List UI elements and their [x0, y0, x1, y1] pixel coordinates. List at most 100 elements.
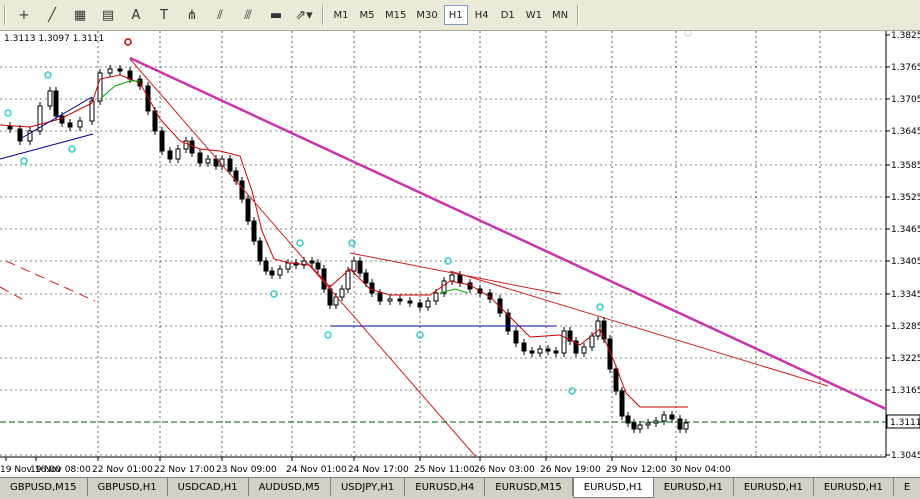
candle-body	[595, 320, 601, 337]
candle-body	[152, 110, 158, 132]
y-tick-label: 1.3825	[891, 31, 920, 41]
chart-tab-active[interactable]: EURUSD,H1	[572, 478, 654, 498]
candle-body	[345, 270, 351, 290]
candle-body	[529, 350, 535, 354]
candle-body	[449, 274, 455, 282]
current-price-label: 1.3111	[890, 418, 920, 428]
timeframe-button-m1[interactable]: M1	[329, 5, 353, 25]
chart-tab[interactable]: EURUSD,M15	[485, 478, 573, 496]
x-tick-label: 19 Nov 08:00	[30, 465, 91, 475]
fractal-marker	[684, 31, 692, 37]
y-tick-label: 1.3045	[891, 451, 920, 461]
candle-body	[277, 268, 283, 276]
price-chart[interactable]: 1.3825 1.3765 1.3705 1.3645 1.3585 1.3525 1.34…	[0, 31, 920, 477]
chart-tab[interactable]: GBPUSD,M15	[0, 478, 88, 496]
candle-body	[553, 350, 559, 354]
candle-body	[357, 260, 363, 274]
candle-body	[257, 240, 263, 262]
candle-body	[377, 292, 383, 302]
timeframe-button-w1[interactable]: W1	[522, 5, 546, 25]
line-icon[interactable]: ╱	[41, 4, 63, 26]
candle-body	[619, 390, 625, 417]
candle-body	[677, 418, 683, 430]
timeframe-button-d1[interactable]: D1	[496, 5, 520, 25]
fractal-marker	[20, 157, 28, 165]
timeframe-button-h1[interactable]: H1	[443, 5, 468, 25]
y-tick-label: 1.3465	[891, 225, 920, 235]
trendline-magenta	[129, 56, 887, 411]
fractal-marker	[68, 145, 76, 153]
text-label-icon[interactable]: T	[153, 4, 175, 26]
chart-canvas[interactable]: 1.3825 1.3765 1.3705 1.3645 1.3585 1.3525 1.34…	[0, 31, 920, 477]
fractal-marker	[296, 239, 304, 247]
chart-toolbar: + ╱ ▦ ▤ A T ⋔ ⫽ ⫻ ▬ ⇗▾ M1 M5 M15 M30 H1 H4 D1 W1 MN	[0, 0, 920, 31]
x-tick-label: 29 Nov 12:00	[606, 465, 667, 475]
trendline-blue-lower	[0, 133, 94, 160]
y-tick-label: 1.3225	[891, 354, 920, 364]
moving-average-green-segment	[99, 80, 140, 100]
toolbar-separator	[4, 5, 6, 25]
candle-body	[683, 422, 689, 430]
candle-body	[545, 348, 551, 352]
candle-body	[369, 282, 375, 294]
y-tick-label: 1.3765	[891, 63, 920, 73]
candle-body	[315, 262, 321, 270]
candle-body	[417, 302, 423, 308]
timeframe-button-m30[interactable]: M30	[412, 5, 441, 25]
candle-body	[613, 368, 619, 392]
candle-body	[339, 288, 345, 298]
candle-body	[387, 298, 393, 302]
pitchfork-icon[interactable]: ⋔	[181, 4, 203, 26]
text-icon[interactable]: A	[125, 4, 147, 26]
candle-body	[309, 260, 315, 264]
rectangle-icon[interactable]: ▬	[265, 4, 287, 26]
x-tick-label: 26 Nov 19:00	[540, 465, 601, 475]
chart-tab[interactable]: EURUSD,H1	[734, 478, 814, 496]
x-tick-label: 26 Nov 03:00	[474, 465, 535, 475]
x-tick-label: 25 Nov 11:00	[414, 465, 475, 475]
crosshair-icon[interactable]: +	[13, 4, 35, 26]
y-tick-label: 1.3585	[891, 161, 920, 171]
candle-body	[669, 414, 675, 420]
candle-body	[189, 140, 195, 154]
fibonacci-f-icon[interactable]: ▤	[97, 4, 119, 26]
candle-body	[53, 90, 59, 117]
timeframe-button-h4[interactable]: H4	[470, 5, 494, 25]
candle-body	[117, 68, 123, 72]
chart-tab[interactable]: E	[894, 478, 920, 496]
candle-body	[645, 422, 651, 426]
toolbar-separator	[322, 5, 324, 25]
chart-tab[interactable]: AUDUSD,M5	[249, 478, 331, 496]
chart-tab[interactable]: EURUSD,H1	[814, 478, 894, 496]
candle-body	[77, 120, 83, 128]
chart-tab[interactable]: EURUSD,H1	[654, 478, 734, 496]
candle-body	[351, 260, 357, 272]
chart-tab[interactable]: USDCAD,H1	[168, 478, 249, 496]
fibonacci-e-icon[interactable]: ▦	[69, 4, 91, 26]
candle-body	[67, 122, 73, 128]
chart-tab[interactable]: GBPUSD,H1	[88, 478, 168, 496]
chart-tab[interactable]: USDJPY,H1	[331, 478, 406, 496]
x-tick-label: 23 Nov 09:00	[216, 465, 277, 475]
gann-fan-icon[interactable]: ⫽	[209, 4, 231, 26]
candle-body	[167, 150, 173, 160]
toolbar-separator	[577, 5, 580, 25]
candle-body	[175, 148, 181, 160]
candle-body	[601, 320, 607, 340]
candle-body	[581, 346, 587, 354]
candle-body	[269, 270, 275, 276]
chart-tab[interactable]: EURUSD,H4	[405, 478, 486, 496]
arrows-icon[interactable]: ⇗▾	[293, 4, 315, 26]
candle-body	[145, 85, 151, 112]
candle-body	[205, 158, 211, 164]
x-tick-label: 22 Nov 17:00	[154, 465, 215, 475]
timeframe-button-m5[interactable]: M5	[355, 5, 379, 25]
candle-body	[457, 274, 463, 284]
candle-body	[97, 72, 103, 102]
alert-marker	[124, 38, 132, 46]
chart-tabs-bar: GBPUSD,M15 GBPUSD,H1 USDCAD,H1 AUDUSD,M5 USD…	[0, 477, 920, 499]
timeframe-button-mn[interactable]: MN	[548, 5, 572, 25]
y-tick-label: 1.3165	[891, 386, 920, 396]
timeframe-button-m15[interactable]: M15	[381, 5, 410, 25]
fibo-channel-icon[interactable]: ⫻	[237, 4, 259, 26]
